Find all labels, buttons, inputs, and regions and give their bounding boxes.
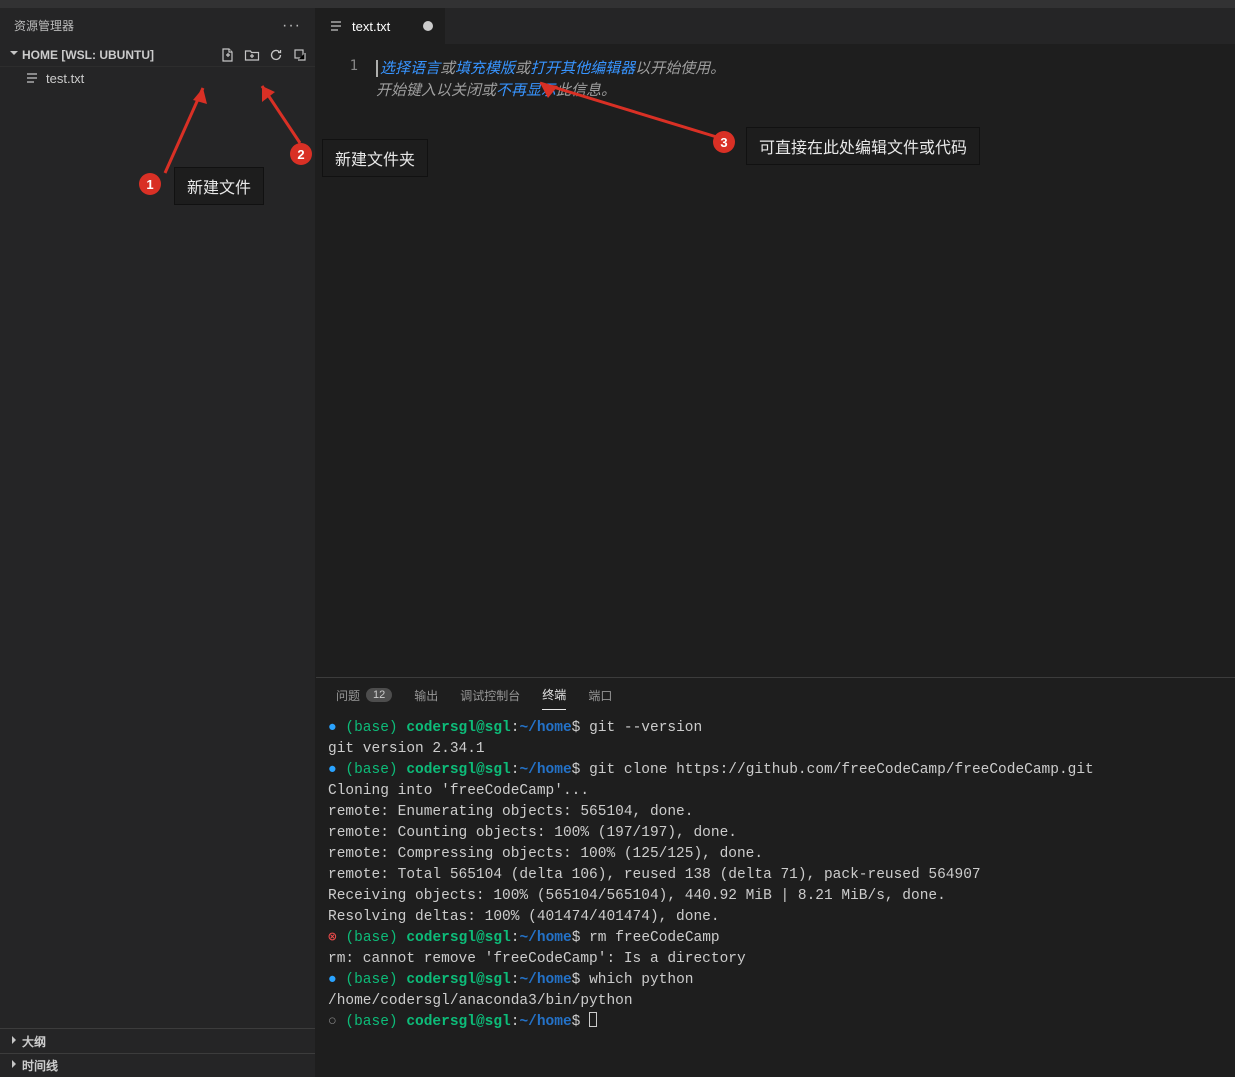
file-name: test.txt <box>46 71 84 86</box>
panel-tabs: 问题 12 输出 调试控制台 终端 端口 <box>316 678 1235 712</box>
annotation-arrow <box>250 78 310 148</box>
tab-problems[interactable]: 问题 12 <box>336 681 392 710</box>
annotation-label-2: 新建文件夹 <box>322 139 428 177</box>
explorer-header: 资源管理器 ··· <box>0 8 315 43</box>
chevron-right-icon <box>6 1056 22 1075</box>
text-file-icon <box>24 70 40 86</box>
annotation-label-3: 可直接在此处编辑文件或代码 <box>746 127 980 165</box>
text-file-icon <box>328 18 344 34</box>
fill-template-link[interactable]: 填充模版 <box>455 60 515 77</box>
tab-ports[interactable]: 端口 <box>588 681 612 710</box>
annotation-badge-1: 1 <box>139 173 161 195</box>
tab-terminal[interactable]: 终端 <box>542 680 566 710</box>
chevron-right-icon <box>6 1032 22 1051</box>
outline-label: 大纲 <box>22 1033 46 1050</box>
annotation-arrow <box>155 78 215 178</box>
tab-label: text.txt <box>352 19 390 34</box>
outline-section[interactable]: 大纲 <box>0 1029 315 1053</box>
annotation-arrow <box>530 78 730 148</box>
editor-tab[interactable]: text.txt <box>316 8 446 44</box>
annotation-badge-2: 2 <box>290 143 312 165</box>
editor-area: text.txt 1 选择语言或填充模版或打开其他编辑器以开始使用。 开始键入以… <box>316 8 1235 1077</box>
new-file-icon[interactable] <box>219 46 237 64</box>
menu-bar <box>0 0 1235 8</box>
tab-output[interactable]: 输出 <box>414 681 438 710</box>
explorer-title: 资源管理器 <box>14 17 74 34</box>
folder-header[interactable]: HOME [WSL: UBUNTU] <box>0 43 315 67</box>
editor-tabs: text.txt <box>316 8 1235 44</box>
select-language-link[interactable]: 选择语言 <box>380 60 440 77</box>
refresh-icon[interactable] <box>267 46 285 64</box>
chevron-down-icon <box>6 45 22 64</box>
timeline-label: 时间线 <box>22 1057 58 1074</box>
annotation-label-1: 新建文件 <box>174 167 264 205</box>
timeline-section[interactable]: 时间线 <box>0 1053 315 1077</box>
folder-name: HOME [WSL: UBUNTU] <box>22 48 219 62</box>
terminal-output[interactable]: ● (base) codersgl@sgl:~/home$ git --vers… <box>316 712 1235 1077</box>
dirty-indicator-icon <box>423 21 433 31</box>
sidebar-bottom: 大纲 时间线 <box>0 1028 315 1077</box>
annotation-badge-3: 3 <box>713 131 735 153</box>
explorer-more-icon[interactable]: ··· <box>282 17 301 35</box>
tab-debug-console[interactable]: 调试控制台 <box>460 681 520 710</box>
collapse-all-icon[interactable] <box>291 46 309 64</box>
line-number: 1 <box>316 58 358 74</box>
problems-count-badge: 12 <box>366 688 392 702</box>
bottom-panel: 问题 12 输出 调试控制台 终端 端口 ● (base) codersgl@s… <box>316 677 1235 1077</box>
open-other-editor-link[interactable]: 打开其他编辑器 <box>530 60 635 77</box>
new-folder-icon[interactable] <box>243 46 261 64</box>
